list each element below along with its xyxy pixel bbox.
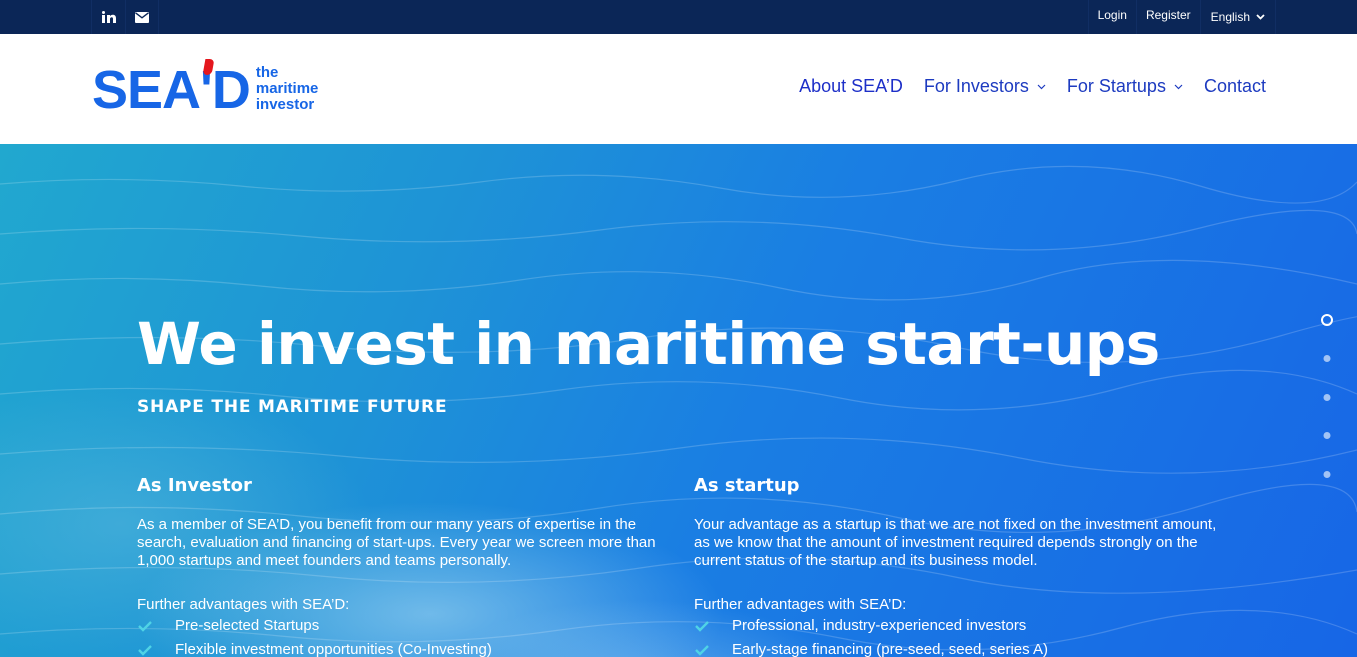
nav-for-startups[interactable]: For Startups	[1067, 76, 1183, 97]
check-icon	[137, 644, 175, 656]
register-link[interactable]: Register	[1135, 0, 1200, 34]
investor-advantages-heading: Further advantages with SEA’D:	[137, 596, 350, 613]
chevron-down-icon	[1256, 14, 1265, 20]
logo-tagline-line3: investor	[255, 96, 315, 113]
check-icon	[137, 620, 175, 632]
login-link[interactable]: Login	[1087, 0, 1136, 34]
site-header: SEA'D the maritime investor About SEA’D …	[0, 34, 1357, 144]
nav-contact-label: Contact	[1203, 76, 1266, 96]
investor-column: As Investor As a member of SEA’D, you be…	[137, 474, 677, 657]
main-nav: About SEA’D For Investors For Startups C…	[799, 76, 1266, 97]
check-icon	[694, 644, 732, 656]
list-item: Flexible investment opportunities (Co-In…	[137, 638, 677, 657]
logo-mark: SEA'D	[92, 59, 251, 120]
top-bar: Login Register English	[0, 0, 1357, 34]
slider-dot-4[interactable]	[1323, 432, 1331, 439]
nav-about-label: About SEA’D	[799, 76, 903, 96]
nav-for-startups-label: For Startups	[1066, 76, 1166, 96]
chevron-down-icon	[1037, 84, 1046, 89]
email-link[interactable]	[125, 0, 159, 34]
startup-advantages-heading: Further advantages with SEA’D:	[694, 596, 907, 613]
nav-for-investors-label: For Investors	[923, 76, 1029, 96]
hero-title: We invest in maritime start-ups	[137, 310, 1160, 378]
logo[interactable]: SEA'D the maritime investor	[92, 59, 319, 120]
startup-advantages-list: Professional, industry-experienced inves…	[694, 614, 1234, 657]
investor-body: As a member of SEA’D, you benefit from o…	[137, 516, 656, 569]
investor-heading: As Investor	[137, 475, 252, 496]
logo-tagline-line2: maritime	[255, 80, 319, 97]
nav-about[interactable]: About SEA’D	[799, 76, 903, 97]
linkedin-icon	[101, 11, 116, 23]
email-icon	[135, 11, 149, 23]
language-label: English	[1210, 10, 1250, 24]
slider-dot-2[interactable]	[1323, 355, 1331, 362]
slider-dot-1[interactable]	[1321, 314, 1333, 326]
list-item-label: Flexible investment opportunities (Co-In…	[175, 641, 492, 657]
hero-subtitle: SHAPE THE MARITIME FUTURE	[137, 397, 448, 417]
list-item: Early-stage financing (pre-seed, seed, s…	[694, 638, 1234, 657]
startup-body: Your advantage as a startup is that we a…	[694, 516, 1217, 569]
list-item: Professional, industry-experienced inves…	[694, 614, 1234, 638]
list-item-label: Early-stage financing (pre-seed, seed, s…	[732, 641, 1048, 657]
logo-tagline-line1: the	[255, 64, 279, 81]
list-item-label: Pre-selected Startups	[175, 617, 320, 634]
social-links	[91, 0, 159, 34]
nav-for-investors[interactable]: For Investors	[924, 76, 1046, 97]
chevron-down-icon	[1174, 84, 1183, 89]
investor-advantages-list: Pre-selected Startups Flexible investmen…	[137, 614, 677, 657]
nav-contact[interactable]: Contact	[1204, 76, 1266, 97]
startup-heading: As startup	[694, 475, 800, 496]
slider-dot-3[interactable]	[1323, 394, 1331, 401]
startup-column: As startup Your advantage as a startup i…	[694, 474, 1234, 657]
logo-tagline: the maritime investor	[256, 65, 319, 113]
check-icon	[694, 620, 732, 632]
hero-section: We invest in maritime start-ups SHAPE TH…	[0, 144, 1357, 657]
logo-mark-text: SEA'D	[92, 60, 251, 120]
language-selector[interactable]: English	[1199, 0, 1276, 34]
list-item: Pre-selected Startups	[137, 614, 677, 638]
account-links: Login Register English	[1087, 0, 1276, 34]
slider-dot-5[interactable]	[1323, 471, 1331, 478]
list-item-label: Professional, industry-experienced inves…	[732, 617, 1027, 634]
linkedin-link[interactable]	[91, 0, 125, 34]
